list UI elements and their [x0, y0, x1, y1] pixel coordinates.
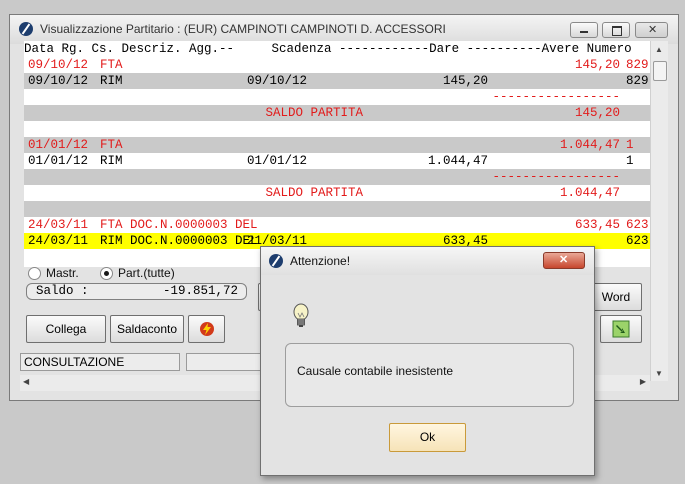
- cell-cs: RIM: [100, 74, 123, 88]
- table-row[interactable]: 09/10/12 FTA 145,20 829: [24, 57, 650, 73]
- cell-date: 01/01/12: [28, 138, 89, 152]
- cell-desc: DOC.N.0000003 DEL: [130, 234, 258, 248]
- cell-dare: 1.044,47: [427, 154, 488, 168]
- dialog-close-button[interactable]: [543, 252, 585, 269]
- cell-avere: 145,20: [574, 106, 620, 120]
- scroll-up-icon[interactable]: ▲: [655, 45, 663, 54]
- radio-part[interactable]: [100, 267, 113, 280]
- cell-scad: 01/01/12: [246, 154, 307, 168]
- status-mode: CONSULTAZIONE: [20, 353, 180, 371]
- cell-scad: SALDO PARTITA: [265, 186, 363, 200]
- word-button[interactable]: Word: [590, 283, 642, 311]
- table-row[interactable]: 09/10/12 RIM 09/10/12 145,20 829: [24, 73, 650, 89]
- cell-avere: 1.044,47: [559, 186, 620, 200]
- saldaconto-button[interactable]: Saldaconto: [110, 315, 184, 343]
- cell-cs: FTA: [100, 138, 123, 152]
- maximize-button[interactable]: [602, 22, 630, 38]
- saldo-label: Saldo :: [36, 284, 89, 298]
- lightning-button[interactable]: [188, 315, 225, 343]
- arrow-down-right-icon: [612, 320, 630, 338]
- cell-date: 09/10/12: [28, 58, 89, 72]
- saldo-box: Saldo : -19.851,72: [26, 283, 247, 300]
- dialog-title: Attenzione!: [290, 254, 351, 268]
- dialog-message: Causale contabile inesistente: [297, 364, 454, 378]
- cell-date: 24/03/11: [28, 234, 89, 248]
- lightning-icon: [199, 322, 214, 336]
- cell-avere: -----------------: [492, 170, 620, 184]
- collega-button[interactable]: Collega: [26, 315, 106, 343]
- app-logo-icon: [19, 22, 33, 36]
- cell-num: 1: [626, 138, 634, 152]
- cell-date: 09/10/12: [28, 74, 89, 88]
- close-button[interactable]: [635, 22, 668, 38]
- cell-num: 829: [626, 74, 649, 88]
- radio-mastr-label: Mastr.: [46, 266, 79, 280]
- cell-desc: DOC.N.0000003 DEL: [130, 218, 258, 232]
- alert-dialog: Attenzione! Causale contabile inesistent…: [260, 246, 595, 476]
- table-row[interactable]: SALDO PARTITA 145,20: [24, 105, 650, 121]
- cell-cs: RIM: [100, 154, 123, 168]
- cell-num: 1: [626, 154, 634, 168]
- cell-num: 829: [626, 58, 649, 72]
- title-bar: Visualizzazione Partitario : (EUR) CAMPI…: [10, 15, 678, 44]
- table-row[interactable]: 24/03/11 FTA DOC.N.0000003 DEL 633,45 623: [24, 217, 650, 233]
- status-secondary: [186, 353, 266, 371]
- cell-date: 24/03/11: [28, 218, 89, 232]
- lightbulb-icon: [293, 303, 309, 327]
- cell-cs: FTA: [100, 218, 123, 232]
- dialog-title-bar: Attenzione!: [261, 247, 594, 275]
- cell-cs: RIM: [100, 234, 123, 248]
- table-row[interactable]: SALDO PARTITA 1.044,47: [24, 185, 650, 201]
- radio-mastr[interactable]: [28, 267, 41, 280]
- cell-cs: FTA: [100, 58, 123, 72]
- window-title: Visualizzazione Partitario : (EUR) CAMPI…: [40, 22, 446, 36]
- scroll-right-icon[interactable]: ▶: [640, 377, 646, 386]
- scroll-left-icon[interactable]: ◀: [23, 377, 29, 386]
- cell-avere: -----------------: [492, 90, 620, 104]
- cell-scad: SALDO PARTITA: [265, 106, 363, 120]
- table-row[interactable]: 01/01/12 RIM 01/01/12 1.044,47 1: [24, 153, 650, 169]
- cell-scad: 09/10/12: [246, 74, 307, 88]
- vertical-scrollbar[interactable]: ▲ ▼: [650, 41, 668, 381]
- grid-header: Data Rg. Cs. Descriz. Agg.-- Scadenza --…: [24, 41, 650, 57]
- scroll-down-icon[interactable]: ▼: [655, 369, 663, 378]
- word-button-label: Word: [601, 290, 631, 304]
- ledger-grid[interactable]: Data Rg. Cs. Descriz. Agg.-- Scadenza --…: [24, 41, 650, 267]
- message-box: Causale contabile inesistente: [285, 343, 574, 407]
- table-row[interactable]: [24, 201, 650, 217]
- table-row[interactable]: -----------------: [24, 169, 650, 185]
- saldo-value: -19.851,72: [162, 284, 238, 298]
- ok-button[interactable]: Ok: [389, 423, 466, 452]
- app-logo-icon: [269, 254, 283, 268]
- cell-num: 623: [626, 234, 649, 248]
- table-row[interactable]: 01/01/12 FTA 1.044,47 1: [24, 137, 650, 153]
- table-row[interactable]: -----------------: [24, 89, 650, 105]
- export-button[interactable]: [600, 315, 642, 343]
- cell-date: 01/01/12: [28, 154, 89, 168]
- table-row[interactable]: [24, 121, 650, 137]
- cell-avere: 633,45: [574, 218, 620, 232]
- cell-dare: 145,20: [442, 74, 488, 88]
- scroll-thumb[interactable]: [653, 61, 667, 81]
- cell-avere: 1.044,47: [559, 138, 620, 152]
- cell-num: 623: [626, 218, 649, 232]
- minimize-button[interactable]: [570, 22, 598, 38]
- cell-avere: 145,20: [574, 58, 620, 72]
- radio-part-label: Part.(tutte): [118, 266, 175, 280]
